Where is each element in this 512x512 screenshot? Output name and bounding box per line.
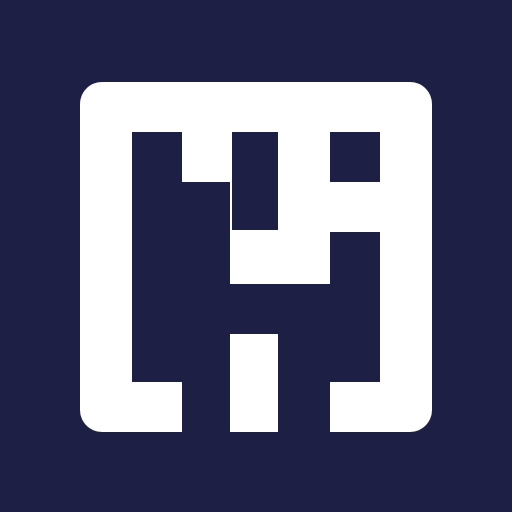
app-icon-canvas: [0, 0, 512, 512]
logo-mark: [80, 82, 432, 432]
c49-maze-logo-icon: [0, 0, 512, 512]
